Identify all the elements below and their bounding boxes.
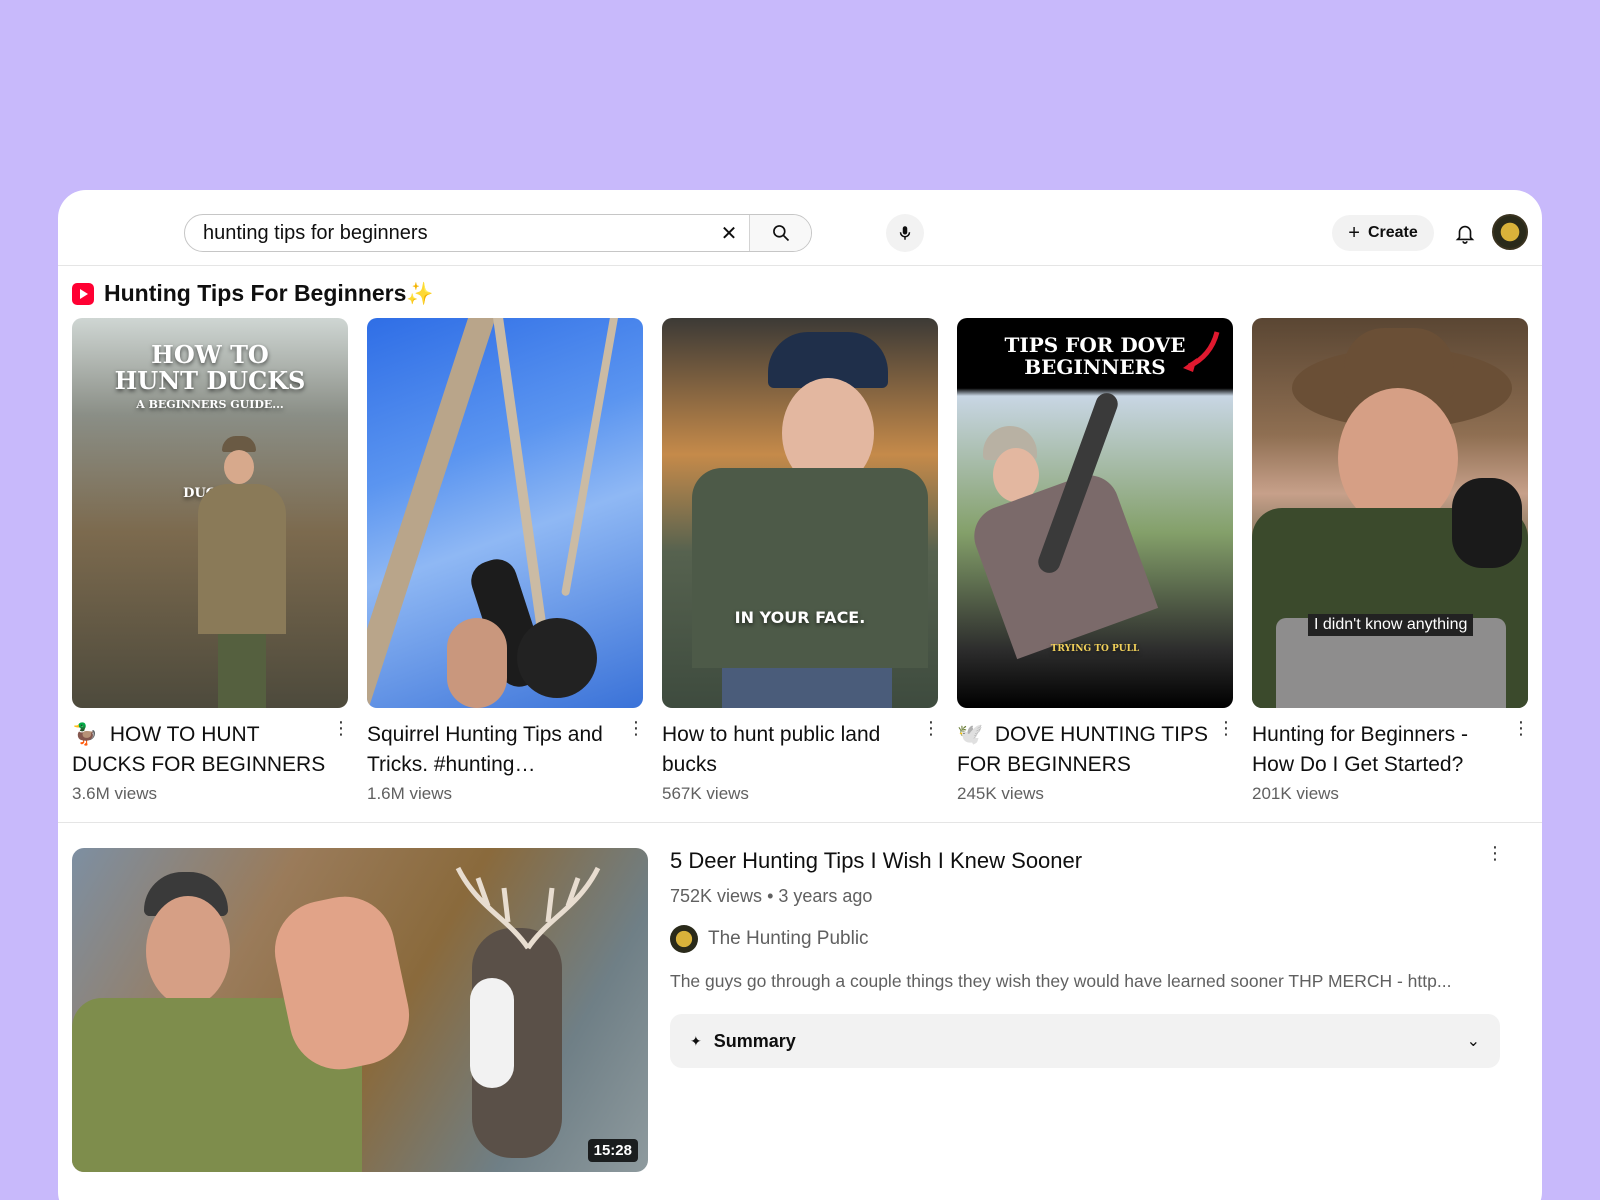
thumbnail-caption: I didn't know anything <box>1308 614 1474 636</box>
short-card[interactable]: TIPS FOR DOVE BEGINNERS TRYING TO PULL 🕊… <box>957 318 1235 804</box>
short-title[interactable]: 🦆 HOW TO HUNT DUCKS FOR BEGINNERS <box>72 720 332 780</box>
summary-expander[interactable]: ✦ Summary ⌄ <box>670 1014 1500 1068</box>
summary-label: Summary <box>713 1030 796 1051</box>
more-options-button[interactable]: ⋮ <box>1512 718 1530 780</box>
thumbnail-overlay-subtext: A BEGINNERS GUIDE... <box>136 398 284 411</box>
short-views: 567K views <box>662 784 749 803</box>
short-views: 201K views <box>1252 784 1339 803</box>
short-card[interactable]: Squirrel Hunting Tips and Tricks. #hunti… <box>367 318 645 804</box>
bell-icon <box>1455 225 1475 244</box>
short-title[interactable]: Squirrel Hunting Tips and Tricks. #hunti… <box>367 720 627 780</box>
short-card[interactable]: IN YOUR FACE. How to hunt public land bu… <box>662 318 940 804</box>
video-thumbnail[interactable]: 15:28 <box>72 848 648 1172</box>
shorts-shelf: HOW TO HUNT DUCKS A BEGINNERS GUIDE... D… <box>72 318 1532 808</box>
top-bar: ✕ + Create <box>58 190 1542 266</box>
short-card[interactable]: HOW TO HUNT DUCKS A BEGINNERS GUIDE... D… <box>72 318 350 804</box>
short-title[interactable]: Hunting for Beginners - How Do I Get Sta… <box>1252 720 1512 780</box>
browser-window: ✕ + Create <box>58 190 1542 1200</box>
short-thumbnail[interactable]: HOW TO HUNT DUCKS A BEGINNERS GUIDE... D… <box>72 318 348 708</box>
short-title[interactable]: How to hunt public land bucks <box>662 720 922 780</box>
short-views: 3.6M views <box>72 784 158 803</box>
short-card[interactable]: I didn't know anything Hunting for Begin… <box>1252 318 1530 804</box>
shorts-icon <box>72 282 94 305</box>
channel-name[interactable]: The Hunting Public <box>708 928 869 950</box>
channel-row[interactable]: The Hunting Public <box>670 925 1512 953</box>
shorts-shelf-header: Hunting Tips For Beginners✨ <box>72 280 434 307</box>
video-description: The guys go through a couple things they… <box>670 971 1452 991</box>
section-divider <box>58 822 1542 823</box>
notifications-button[interactable] <box>1448 216 1482 250</box>
short-thumbnail[interactable] <box>367 318 643 708</box>
more-options-button[interactable]: ⋮ <box>1217 718 1235 780</box>
video-info: 5 Deer Hunting Tips I Wish I Knew Sooner… <box>670 846 1512 1068</box>
close-icon: ✕ <box>720 222 738 245</box>
short-title[interactable]: 🕊️ DOVE HUNTING TIPS FOR BEGINNERS <box>957 720 1217 780</box>
short-thumbnail[interactable]: TIPS FOR DOVE BEGINNERS TRYING TO PULL <box>957 318 1233 708</box>
create-label: Create <box>1367 224 1418 241</box>
short-thumbnail[interactable]: IN YOUR FACE. <box>662 318 938 708</box>
more-vert-icon: ⋮ <box>1486 843 1504 863</box>
more-options-button[interactable]: ⋮ <box>332 718 350 780</box>
clear-search-button[interactable]: ✕ <box>709 215 749 251</box>
video-duration: 15:28 <box>587 1139 638 1162</box>
more-vert-icon: ⋮ <box>922 718 940 738</box>
video-more-options-button[interactable]: ⋮ <box>1486 844 1504 862</box>
more-vert-icon: ⋮ <box>332 718 350 738</box>
video-age: 3 years ago <box>778 886 873 906</box>
video-title[interactable]: 5 Deer Hunting Tips I Wish I Knew Sooner <box>670 846 1512 876</box>
search-icon <box>772 225 789 242</box>
create-button[interactable]: + Create <box>1332 215 1434 251</box>
search-button[interactable] <box>749 215 811 251</box>
channel-avatar[interactable] <box>670 925 698 953</box>
search-input[interactable] <box>185 215 709 251</box>
short-views: 1.6M views <box>367 784 453 803</box>
more-options-button[interactable]: ⋮ <box>627 718 645 780</box>
account-avatar[interactable] <box>1492 214 1528 250</box>
thumbnail-overlay-subtext: TRYING TO PULL <box>1050 644 1140 654</box>
mic-icon <box>899 226 911 240</box>
voice-search-button[interactable] <box>886 214 924 252</box>
short-views: 245K views <box>957 784 1044 803</box>
antlers-graphic <box>455 866 601 950</box>
chevron-down-icon: ⌄ <box>1466 1033 1480 1050</box>
search-box: ✕ <box>184 214 812 252</box>
more-options-button[interactable]: ⋮ <box>922 718 940 780</box>
more-vert-icon: ⋮ <box>627 718 645 738</box>
short-thumbnail[interactable]: I didn't know anything <box>1252 318 1528 708</box>
video-meta: 752K views • 3 years ago <box>670 886 873 906</box>
plus-icon: + <box>1348 221 1360 244</box>
more-vert-icon: ⋮ <box>1217 718 1235 738</box>
video-views: 752K views <box>670 886 763 906</box>
shorts-shelf-title: Hunting Tips For Beginners✨ <box>104 280 434 306</box>
thumbnail-overlay-text: HOW TO HUNT DUCKS <box>114 340 306 395</box>
sparkle-icon: ✦ <box>690 1032 702 1049</box>
thumbnail-overlay-text: IN YOUR FACE. <box>734 608 866 627</box>
red-arrow-icon <box>1183 331 1220 372</box>
more-vert-icon: ⋮ <box>1512 718 1530 738</box>
